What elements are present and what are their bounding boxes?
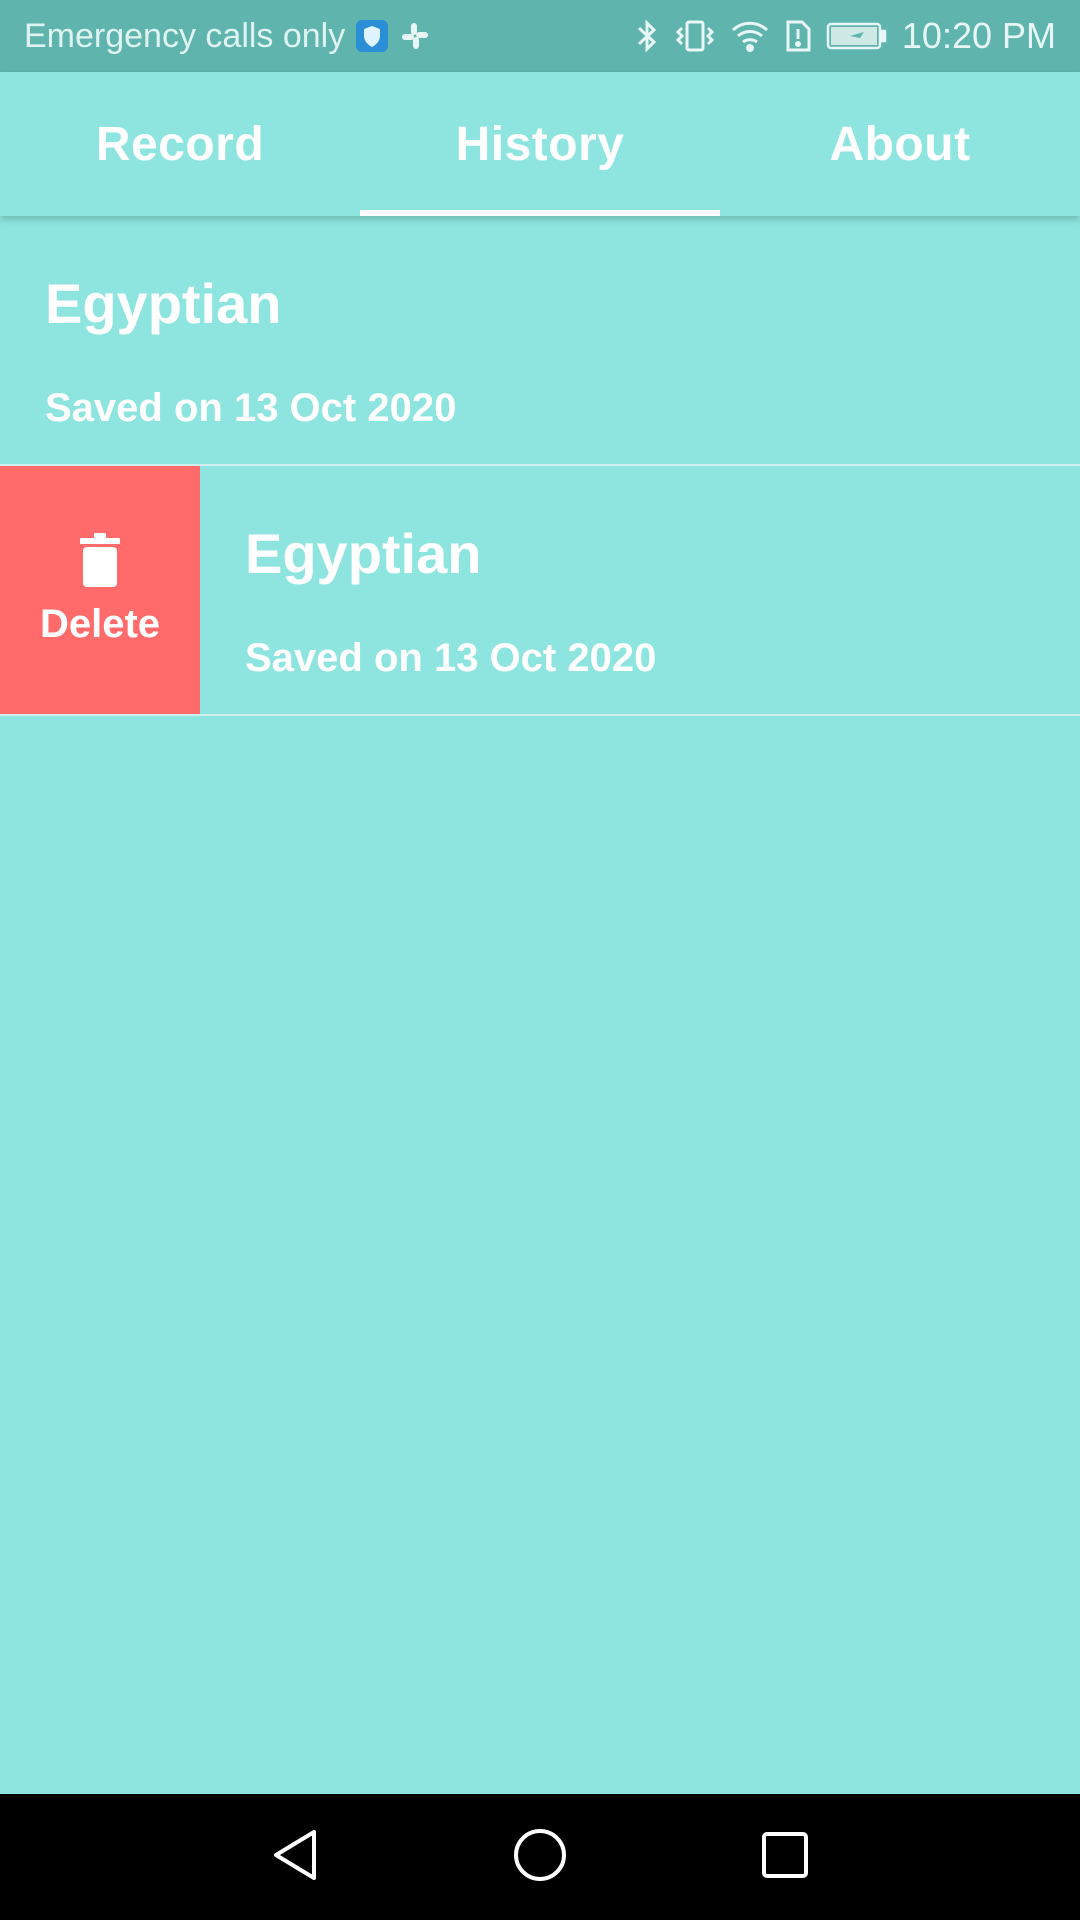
recents-icon: [761, 1831, 809, 1884]
tab-about[interactable]: About: [720, 72, 1080, 216]
wifi-icon: [730, 18, 770, 54]
back-icon: [270, 1828, 320, 1887]
tab-record[interactable]: Record: [0, 72, 360, 216]
delete-button[interactable]: Delete: [0, 466, 200, 714]
tab-bar: Record History About: [0, 72, 1080, 216]
item-subtitle: Saved on 13 Oct 2020: [45, 386, 457, 430]
history-list: Egyptian Saved on 13 Oct 2020 Delete Egy…: [0, 216, 1080, 716]
list-item-content[interactable]: Egyptian Saved on 13 Oct 2020: [200, 466, 1080, 714]
item-title: Egyptian: [245, 522, 482, 585]
recents-button[interactable]: [745, 1817, 825, 1897]
battery-charging-icon: [826, 19, 888, 53]
tab-selected-indicator: [360, 210, 720, 216]
tab-label: Record: [95, 117, 265, 171]
slack-icon: [399, 20, 431, 52]
item-title: Egyptian: [45, 272, 282, 335]
carrier-text: Emergency calls only: [24, 16, 346, 55]
trash-icon: [80, 533, 120, 592]
tab-history[interactable]: History: [360, 72, 720, 216]
status-time: 10:20 PM: [901, 15, 1056, 56]
home-icon: [513, 1828, 567, 1887]
home-button[interactable]: [500, 1817, 580, 1897]
list-item[interactable]: Delete Egyptian Saved on 13 Oct 2020: [0, 466, 1080, 716]
back-button[interactable]: [255, 1817, 335, 1897]
list-item-content[interactable]: Egyptian Saved on 13 Oct 2020: [0, 216, 1080, 464]
status-bar: Emergency calls only 10:20 PM: [0, 0, 1080, 72]
sim-alert-icon: [784, 18, 812, 54]
list-item[interactable]: Egyptian Saved on 13 Oct 2020: [0, 216, 1080, 466]
vibrate-icon: [674, 18, 716, 54]
navigation-bar: [0, 1794, 1080, 1920]
tab-label: History: [455, 117, 625, 171]
shield-icon: [355, 19, 389, 53]
item-subtitle: Saved on 13 Oct 2020: [245, 636, 657, 680]
tab-label: About: [829, 117, 971, 171]
delete-label: Delete: [39, 602, 161, 646]
bluetooth-icon: [634, 18, 660, 54]
